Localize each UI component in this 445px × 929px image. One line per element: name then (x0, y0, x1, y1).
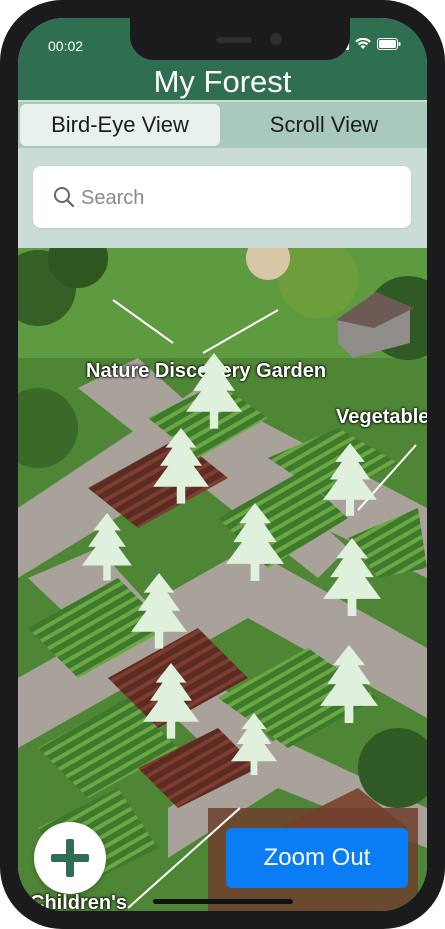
tree-icon[interactable] (143, 663, 199, 739)
speaker-grille (216, 37, 252, 43)
device-notch (130, 18, 350, 60)
search-box[interactable] (33, 166, 411, 228)
tree-icon[interactable] (82, 513, 132, 581)
tree-icon[interactable] (153, 428, 209, 504)
tree-icon[interactable] (131, 573, 187, 649)
tree-icon[interactable] (231, 713, 277, 776)
page-title: My Forest (153, 64, 292, 99)
zoom-out-button[interactable]: Zoom Out (226, 828, 408, 888)
view-tab-bar: Bird-Eye View Scroll View (18, 102, 427, 148)
add-button[interactable] (34, 822, 106, 894)
phone-frame: 00:02 My Forest Bird-Eye View Scroll Vie… (0, 0, 445, 929)
status-time: 00:02 (48, 38, 84, 54)
tree-icon[interactable] (186, 353, 242, 429)
map-label-childrens[interactable]: Children's (30, 892, 127, 911)
search-icon (54, 187, 75, 208)
map-label-vegetable[interactable]: Vegetable (336, 406, 427, 429)
plus-icon-stroke (66, 839, 74, 877)
wifi-icon (355, 38, 371, 49)
search-input[interactable] (79, 180, 383, 216)
tree-icon[interactable] (323, 443, 377, 516)
tree-icon[interactable] (320, 645, 378, 724)
battery-icon (377, 38, 401, 50)
tree-icon[interactable] (226, 503, 284, 582)
front-camera (270, 33, 282, 45)
tab-bird-eye-view[interactable]: Bird-Eye View (20, 104, 220, 146)
home-indicator (153, 899, 293, 904)
tree-icon[interactable] (323, 538, 381, 617)
garden-map[interactable]: Nature Discovery Garden Vegetable Childr… (18, 248, 427, 911)
app-screen: 00:02 My Forest Bird-Eye View Scroll Vie… (18, 18, 427, 911)
tab-scroll-view[interactable]: Scroll View (223, 104, 425, 146)
